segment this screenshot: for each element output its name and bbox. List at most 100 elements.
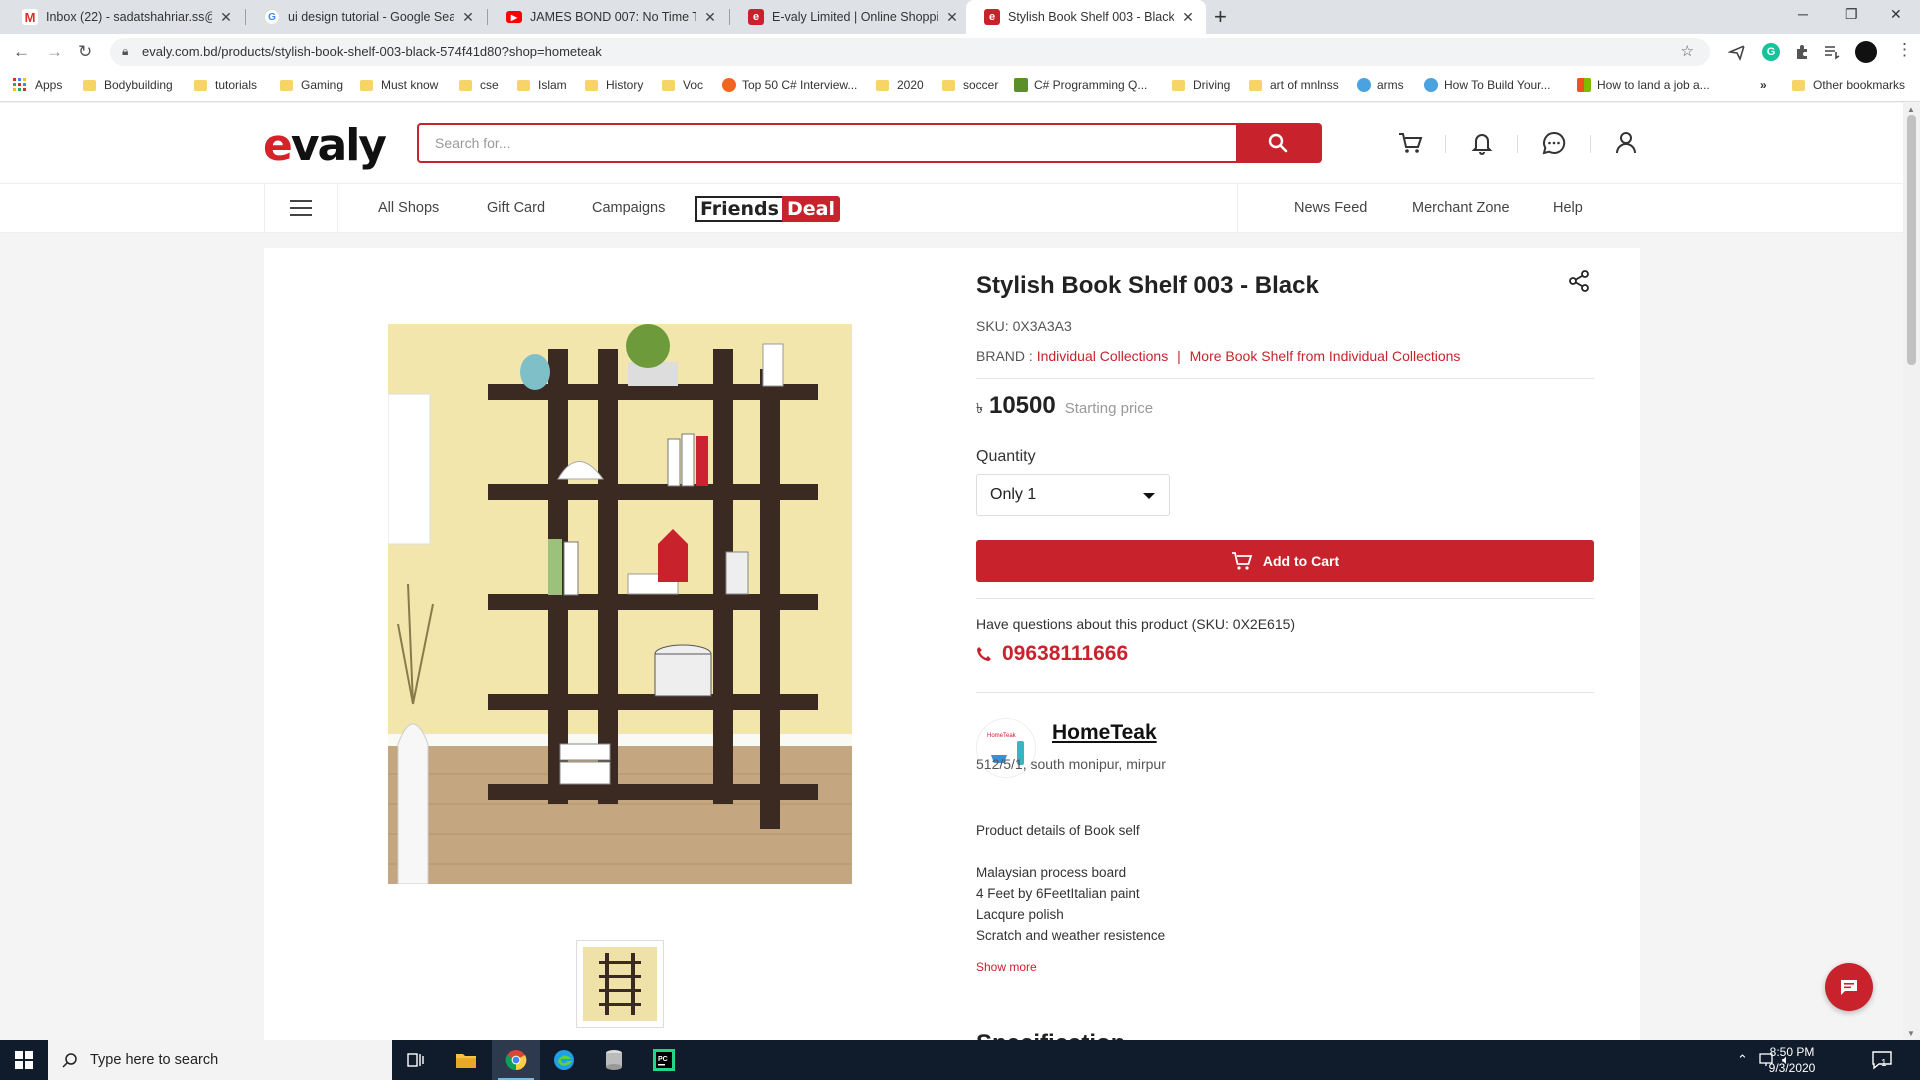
search-icon <box>62 1053 77 1068</box>
browser-tab-google[interactable]: G ui design tutorial - Google Search ✕ <box>246 0 486 34</box>
media-control-icon[interactable] <box>1823 43 1841 61</box>
chat-icon[interactable] <box>1540 129 1568 157</box>
database-taskbar-button[interactable] <box>590 1040 638 1080</box>
bell-icon[interactable] <box>1468 129 1496 157</box>
pycharm-taskbar-button[interactable]: PC <box>640 1040 688 1080</box>
nav-campaigns[interactable]: Campaigns <box>592 200 665 216</box>
more-from-brand-link[interactable]: More Book Shelf from Individual Collecti… <box>1190 348 1461 364</box>
phone-number: 09638111666 <box>1002 642 1129 665</box>
windows-icon <box>15 1051 33 1069</box>
maximize-icon[interactable]: ❐ <box>1845 6 1858 23</box>
nav-merchant-zone[interactable]: Merchant Zone <box>1412 200 1510 216</box>
bookmark-folder[interactable]: Bodybuilding <box>83 78 173 92</box>
bookmark-folder[interactable]: Driving <box>1172 78 1230 92</box>
support-phone[interactable]: 09638111666 <box>976 642 1128 666</box>
bookmark-folder[interactable]: History <box>585 78 643 92</box>
browser-tab-evaly[interactable]: e E-valy Limited | Online Shopping ✕ <box>730 0 970 34</box>
brand-link[interactable]: Individual Collections <box>1037 348 1169 364</box>
hamburger-icon <box>290 200 312 216</box>
nav-help[interactable]: Help <box>1553 200 1583 216</box>
bookmark-folder[interactable]: art of mnlnss <box>1249 78 1339 92</box>
close-icon[interactable]: ✕ <box>460 9 476 26</box>
bookmark-link[interactable]: arms <box>1357 78 1404 92</box>
window-close-icon[interactable]: ✕ <box>1890 6 1902 23</box>
edge-taskbar-button[interactable] <box>540 1040 588 1080</box>
close-icon[interactable]: ✕ <box>702 9 718 26</box>
show-more-link[interactable]: Show more <box>976 960 1037 974</box>
bookmark-star-icon[interactable]: ☆ <box>1681 42 1694 60</box>
taskbar-clock[interactable]: 8:50 PM 9/3/2020 <box>1752 1044 1832 1076</box>
folder-icon <box>1792 79 1805 91</box>
bookmark-label: Apps <box>35 78 63 92</box>
scroll-up-icon[interactable]: ▲ <box>1907 105 1915 114</box>
bookmark-link[interactable]: How To Build Your... <box>1424 78 1551 92</box>
bookmark-folder[interactable]: Islam <box>517 78 567 92</box>
task-view-button[interactable] <box>392 1040 440 1080</box>
forward-icon[interactable]: → <box>46 42 63 62</box>
bookmark-folder[interactable]: Must know <box>360 78 438 92</box>
url-field[interactable]: 🔒︎ evaly.com.bd/products/stylish-book-sh… <box>110 38 1710 66</box>
nav-news-feed[interactable]: News Feed <box>1294 200 1367 216</box>
tray-overflow-icon[interactable]: ⌃ <box>1737 1052 1748 1068</box>
scroll-thumb[interactable] <box>1907 115 1916 365</box>
product-thumbnail[interactable] <box>576 940 664 1028</box>
chat-button[interactable] <box>1825 963 1873 1011</box>
taskbar-search[interactable]: Type here to search <box>48 1040 392 1080</box>
bookmark-folder[interactable]: soccer <box>942 78 998 92</box>
divider <box>976 692 1594 693</box>
minimize-icon[interactable]: ─ <box>1798 6 1808 22</box>
bookmark-label: Bodybuilding <box>104 78 173 92</box>
nav-gift-card[interactable]: Gift Card <box>487 200 545 216</box>
reload-icon[interactable]: ↻ <box>78 42 92 62</box>
bookmark-apps[interactable]: Apps <box>13 78 62 92</box>
page-scrollbar[interactable]: ▲ ▼ <box>1903 103 1920 1040</box>
search-input[interactable] <box>419 125 1264 161</box>
quantity-select[interactable]: Only 1 <box>976 474 1170 516</box>
new-tab-button[interactable]: + <box>1214 4 1227 30</box>
scroll-down-icon[interactable]: ▼ <box>1907 1029 1915 1038</box>
bookmark-folder[interactable]: cse <box>459 78 499 92</box>
evaly-logo[interactable]: evaly <box>263 120 387 171</box>
friends-deal-logo[interactable]: Friends Deal <box>695 196 840 222</box>
file-explorer-button[interactable] <box>442 1040 490 1080</box>
bookmark-label: Must know <box>381 78 439 92</box>
grammarly-icon[interactable]: G <box>1762 43 1780 61</box>
browser-tab-gmail[interactable]: M Inbox (22) - sadatshahriar.ss@gm ✕ <box>4 0 244 34</box>
nav-all-shops[interactable]: All Shops <box>378 200 439 216</box>
shop-name-link[interactable]: HomeTeak <box>1052 721 1157 745</box>
back-icon[interactable]: ← <box>13 42 30 62</box>
bookmark-folder[interactable]: 2020 <box>876 78 924 92</box>
user-icon[interactable] <box>1612 129 1640 157</box>
chrome-taskbar-button[interactable] <box>492 1040 540 1080</box>
notification-center-button[interactable]: 1 <box>1868 1046 1896 1074</box>
bookmark-link[interactable]: How to land a job a... <box>1577 78 1710 92</box>
browser-tab-youtube[interactable]: ▶ JAMES BOND 007: No Time To Di ✕ <box>488 0 728 34</box>
share-icon[interactable] <box>1568 270 1590 292</box>
send-extension-icon[interactable] <box>1728 43 1746 61</box>
product-image[interactable] <box>388 324 852 884</box>
bookmark-link[interactable]: C# Programming Q... <box>1014 78 1147 92</box>
start-button[interactable] <box>0 1040 48 1080</box>
close-icon[interactable]: ✕ <box>1180 9 1196 26</box>
bookmark-link[interactable]: Top 50 C# Interview... <box>722 78 857 92</box>
price-note: Starting price <box>1064 400 1154 417</box>
extensions-icon[interactable] <box>1793 43 1811 61</box>
add-to-cart-button[interactable]: Add to Cart <box>976 540 1594 582</box>
profile-avatar[interactable] <box>1855 41 1877 63</box>
cart-icon[interactable] <box>1396 129 1424 157</box>
header-separator <box>1590 135 1591 153</box>
more-bookmarks-button[interactable]: » <box>1760 78 1767 92</box>
bookmark-folder[interactable]: Voc <box>662 78 703 92</box>
browser-tab-active[interactable]: e Stylish Book Shelf 003 - Black | E ✕ <box>966 0 1206 34</box>
tab-title: ui design tutorial - Google Search <box>288 10 454 24</box>
other-bookmarks[interactable]: Other bookmarks <box>1792 78 1905 92</box>
bookmark-folder[interactable]: tutorials <box>194 78 257 92</box>
bookmark-folder[interactable]: Gaming <box>280 78 343 92</box>
bookmark-label: Top 50 C# Interview... <box>742 78 858 92</box>
menu-button[interactable] <box>264 184 338 232</box>
close-icon[interactable]: ✕ <box>944 9 960 26</box>
bookmarks-bar: Apps Bodybuilding tutorials Gaming Must … <box>0 70 1920 102</box>
close-icon[interactable]: ✕ <box>218 9 234 26</box>
search-button[interactable] <box>1236 125 1320 161</box>
browser-menu-icon[interactable]: ⋮ <box>1896 40 1913 60</box>
